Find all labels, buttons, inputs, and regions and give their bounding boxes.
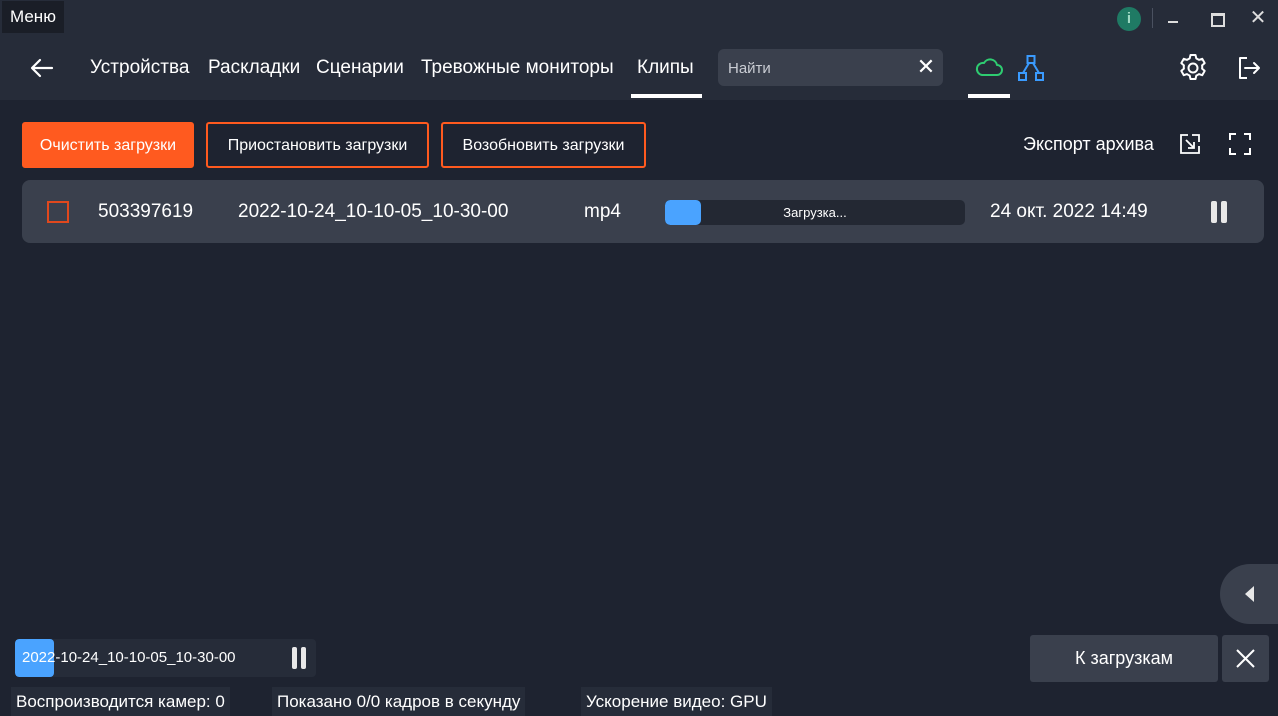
search-box: ✕ — [718, 49, 943, 86]
nav-item-scenarios[interactable]: Сценарии — [316, 54, 404, 82]
back-arrow-icon[interactable] — [28, 54, 56, 82]
status-cameras: Воспроизводится камер: 0 — [11, 687, 230, 716]
close-window-icon[interactable]: ✕ — [1245, 6, 1271, 30]
cloud-icon[interactable] — [974, 56, 1004, 78]
nav-item-layouts[interactable]: Раскладки — [208, 54, 300, 82]
active-tab-indicator — [631, 94, 702, 98]
title-bar: Меню i ✕ — [0, 0, 1278, 36]
download-checkbox[interactable] — [47, 201, 69, 223]
network-tree-icon[interactable] — [1017, 54, 1045, 82]
nav-item-clips[interactable]: Клипы — [637, 54, 694, 82]
info-icon[interactable]: i — [1117, 7, 1141, 31]
playback-clip-name: 2022-10-24_10-10-05_10-30-00 — [22, 649, 236, 666]
fullscreen-icon[interactable] — [1228, 132, 1252, 156]
status-fps: Показано 0/0 кадров в секунду — [272, 687, 526, 716]
download-name: 2022-10-24_10-10-05_10-30-00 — [238, 201, 509, 222]
close-panel-button[interactable] — [1222, 635, 1269, 682]
download-progress-bar: Загрузка... — [665, 200, 965, 225]
nav-bar: Устройства Раскладки Сценарии Тревожные … — [0, 36, 1278, 100]
download-format: mp4 — [584, 201, 621, 222]
export-icon[interactable] — [1178, 132, 1202, 156]
download-status: Загрузка... — [783, 205, 847, 220]
cloud-active-indicator — [968, 94, 1010, 98]
titlebar-divider — [1152, 8, 1153, 28]
export-archive-link[interactable]: Экспорт архива — [1023, 131, 1154, 157]
minimize-icon[interactable] — [1160, 6, 1186, 30]
resume-downloads-button[interactable]: Возобновить загрузки — [441, 122, 646, 168]
menu-button[interactable]: Меню — [2, 1, 64, 33]
logout-icon[interactable] — [1235, 54, 1263, 82]
playback-pause-icon[interactable] — [291, 647, 309, 669]
gear-icon[interactable] — [1177, 52, 1209, 84]
download-id: 503397619 — [98, 201, 194, 222]
pause-downloads-button[interactable]: Приостановить загрузки — [206, 122, 429, 168]
to-downloads-button[interactable]: К загрузкам — [1030, 635, 1218, 682]
download-row[interactable]: 503397619 2022-10-24_10-10-05_10-30-00 m… — [22, 180, 1264, 243]
nav-item-devices[interactable]: Устройства — [90, 54, 189, 82]
download-date: 24 окт. 2022 14:49 — [990, 201, 1148, 222]
close-icon — [1236, 649, 1255, 668]
playback-strip[interactable]: 2022-10-24_10-10-05_10-30-00 — [15, 639, 316, 677]
search-input[interactable] — [728, 57, 908, 79]
nav-item-alarm-monitors[interactable]: Тревожные мониторы — [421, 54, 614, 82]
pause-icon[interactable] — [1210, 201, 1230, 223]
maximize-icon[interactable] — [1203, 6, 1229, 30]
status-acceleration: Ускорение видео: GPU — [581, 687, 772, 716]
search-clear-icon[interactable]: ✕ — [915, 56, 937, 78]
collapse-panel-button[interactable] — [1220, 564, 1278, 624]
clear-downloads-button[interactable]: Очистить загрузки — [22, 122, 194, 168]
